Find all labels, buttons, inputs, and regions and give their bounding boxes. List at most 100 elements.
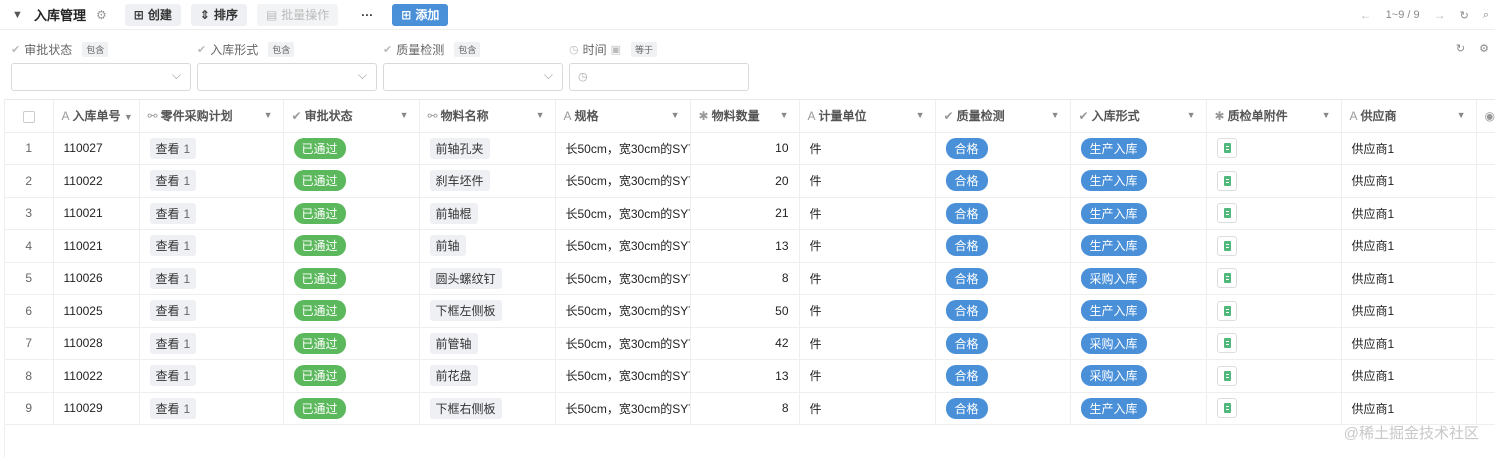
table-row[interactable]: 8 110022 查看 1 已通过 前花盘 长50cm，宽30cm的SYT 13 件合格 采购入库… bbox=[5, 359, 1495, 393]
order-no-cell[interactable]: 110021 bbox=[53, 229, 140, 263]
document-file-icon[interactable] bbox=[1216, 170, 1237, 191]
order-no-cell[interactable]: 110021 bbox=[53, 197, 140, 230]
supplier-cell[interactable]: 供应商1 bbox=[1341, 359, 1477, 393]
filter-operator[interactable]: 包含 bbox=[268, 41, 295, 57]
next-page-icon[interactable]: → bbox=[1434, 8, 1446, 22]
refresh-icon[interactable]: ↻ bbox=[1460, 9, 1469, 22]
row-index[interactable]: 5 bbox=[5, 262, 54, 295]
quantity-cell[interactable]: 13 bbox=[690, 229, 800, 263]
view-plan-link[interactable]: 查看 1 bbox=[149, 332, 197, 354]
document-file-icon[interactable] bbox=[1216, 333, 1237, 354]
supplier-cell[interactable]: 供应商1 bbox=[1341, 164, 1477, 198]
unit-cell[interactable]: 件 bbox=[799, 294, 936, 328]
material-link[interactable]: 前轴棍 bbox=[429, 202, 478, 224]
quantity-cell[interactable]: 21 bbox=[690, 197, 800, 230]
view-plan-link[interactable]: 查看 1 bbox=[149, 267, 197, 289]
spec-cell[interactable]: 长50cm，宽30cm的SYT bbox=[555, 132, 691, 165]
column-header-spec[interactable]: A 规格 ▼ bbox=[555, 100, 691, 133]
table-row[interactable]: 2 110022 查看 1 已通过 刹车坯件 长50cm，宽30cm的SYT 20 件合格 生产入… bbox=[5, 164, 1495, 198]
document-file-icon[interactable] bbox=[1216, 235, 1237, 256]
row-index[interactable]: 2 bbox=[5, 164, 54, 198]
table-row[interactable]: 5 110026 查看 1 已通过 圆头螺纹钉 长50cm，宽30cm的SYT 8 件合格 采购入… bbox=[5, 262, 1495, 295]
row-index[interactable]: 1 bbox=[5, 132, 54, 165]
column-menu-icon[interactable]: ▼ bbox=[671, 110, 680, 120]
time-picker[interactable]: ◷ bbox=[569, 63, 749, 91]
document-file-icon[interactable] bbox=[1216, 365, 1237, 386]
quantity-cell[interactable]: 10 bbox=[690, 132, 800, 165]
spec-cell[interactable]: 长50cm，宽30cm的SYT bbox=[555, 327, 691, 360]
row-index[interactable]: 6 bbox=[5, 294, 54, 328]
spec-cell[interactable]: 长50cm，宽30cm的SYT bbox=[555, 197, 691, 230]
column-header-approval-status[interactable]: ✔ 审批状态 ▼ bbox=[283, 100, 420, 133]
view-settings-icon[interactable]: ⚙ bbox=[96, 8, 107, 22]
table-row[interactable]: 6 110025 查看 1 已通过 下框左侧板 长50cm，宽30cm的SYT 50 件合格 生产… bbox=[5, 294, 1495, 328]
order-no-cell[interactable]: 110027 bbox=[53, 132, 140, 165]
sort-caret-icon[interactable]: ▼ bbox=[124, 112, 133, 122]
view-plan-link[interactable]: 查看 1 bbox=[149, 235, 197, 257]
column-menu-icon[interactable]: ▼ bbox=[400, 110, 409, 120]
column-header-material-name[interactable]: ⚯ 物料名称 ▼ bbox=[419, 100, 556, 133]
view-plan-link[interactable]: 查看 1 bbox=[149, 202, 197, 224]
document-file-icon[interactable] bbox=[1216, 138, 1237, 159]
table-row[interactable]: 9 110029 查看 1 已通过 下框右侧板 长50cm，宽30cm的SYT 8 件合格 生产入… bbox=[5, 392, 1495, 425]
supplier-cell[interactable]: 供应商1 bbox=[1341, 197, 1477, 230]
row-index[interactable]: 4 bbox=[5, 229, 54, 263]
row-index[interactable]: 7 bbox=[5, 327, 54, 360]
quantity-cell[interactable]: 50 bbox=[690, 294, 800, 328]
unit-cell[interactable]: 件 bbox=[799, 132, 936, 165]
supplier-cell[interactable]: 供应商1 bbox=[1341, 229, 1477, 263]
column-menu-icon[interactable]: ▼ bbox=[780, 110, 789, 120]
sort-button[interactable]: ⇕ 排序 bbox=[190, 3, 247, 26]
collapse-chevron-icon[interactable]: ▼ bbox=[12, 9, 26, 21]
order-no-cell[interactable]: 110022 bbox=[53, 164, 140, 198]
row-index[interactable]: 9 bbox=[5, 392, 54, 425]
spec-cell[interactable]: 长50cm，宽30cm的SYT bbox=[555, 359, 691, 393]
batch-operation-button[interactable]: ▤ 批量操作 bbox=[256, 3, 339, 26]
unit-cell[interactable]: 件 bbox=[799, 262, 936, 295]
order-no-cell[interactable]: 110028 bbox=[53, 327, 140, 360]
filter-operator[interactable]: 包含 bbox=[454, 41, 481, 57]
quantity-cell[interactable]: 8 bbox=[690, 262, 800, 295]
add-button[interactable]: ⊞ 添加 bbox=[392, 3, 449, 26]
supplier-cell[interactable]: 供应商1 bbox=[1341, 262, 1477, 295]
supplier-cell[interactable]: 供应商1 bbox=[1341, 132, 1477, 165]
spec-cell[interactable]: 长50cm，宽30cm的SYT bbox=[555, 229, 691, 263]
create-button[interactable]: ⊞ 创建 bbox=[124, 3, 181, 26]
column-header-more[interactable]: ◉ bbox=[1476, 100, 1495, 133]
column-header-supplier[interactable]: A 供应商 ▼ bbox=[1341, 100, 1477, 133]
view-plan-link[interactable]: 查看 1 bbox=[149, 137, 197, 159]
table-row[interactable]: 1 110027 查看 1 已通过 前轴孔夹 长50cm，宽30cm的SYT 10 件合格 生产入… bbox=[5, 132, 1495, 165]
quantity-cell[interactable]: 13 bbox=[690, 359, 800, 393]
material-link[interactable]: 刹车坯件 bbox=[429, 170, 490, 192]
reset-filter-icon[interactable]: ↻ bbox=[1456, 42, 1465, 55]
spec-cell[interactable]: 长50cm，宽30cm的SYT bbox=[555, 294, 691, 328]
view-plan-link[interactable]: 查看 1 bbox=[149, 397, 197, 419]
select-all-header[interactable] bbox=[5, 100, 54, 133]
supplier-cell[interactable]: 供应商1 bbox=[1341, 392, 1477, 425]
material-link[interactable]: 前管轴 bbox=[429, 332, 478, 354]
column-header-purchase-plan[interactable]: ⚯ 零件采购计划 ▼ bbox=[139, 100, 284, 133]
column-menu-icon[interactable]: ▼ bbox=[916, 110, 925, 120]
more-button[interactable]: ··· bbox=[352, 4, 382, 26]
spec-cell[interactable]: 长50cm，宽30cm的SYT bbox=[555, 392, 691, 425]
material-link[interactable]: 前轴孔夹 bbox=[429, 137, 490, 159]
approval-status-select[interactable]: ⌵ bbox=[11, 63, 191, 91]
supplier-cell[interactable]: 供应商1 bbox=[1341, 294, 1477, 328]
column-header-unit[interactable]: A 计量单位 ▼ bbox=[799, 100, 936, 133]
unit-cell[interactable]: 件 bbox=[799, 229, 936, 263]
column-header-quantity[interactable]: ✱ 物料数量 ▼ bbox=[690, 100, 800, 133]
column-menu-icon[interactable]: ▼ bbox=[536, 110, 545, 120]
view-plan-link[interactable]: 查看 1 bbox=[149, 170, 197, 192]
material-link[interactable]: 前轴 bbox=[429, 235, 466, 257]
document-file-icon[interactable] bbox=[1216, 268, 1237, 289]
order-no-cell[interactable]: 110025 bbox=[53, 294, 140, 328]
order-no-cell[interactable]: 110022 bbox=[53, 359, 140, 393]
material-link[interactable]: 圆头螺纹钉 bbox=[429, 267, 502, 289]
storage-type-select[interactable]: ⌵ bbox=[197, 63, 377, 91]
quality-check-select[interactable]: ⌵ bbox=[383, 63, 563, 91]
quantity-cell[interactable]: 20 bbox=[690, 164, 800, 198]
column-menu-icon[interactable]: ▼ bbox=[1322, 110, 1331, 120]
unit-cell[interactable]: 件 bbox=[799, 327, 936, 360]
document-file-icon[interactable] bbox=[1216, 300, 1237, 321]
unit-cell[interactable]: 件 bbox=[799, 392, 936, 425]
